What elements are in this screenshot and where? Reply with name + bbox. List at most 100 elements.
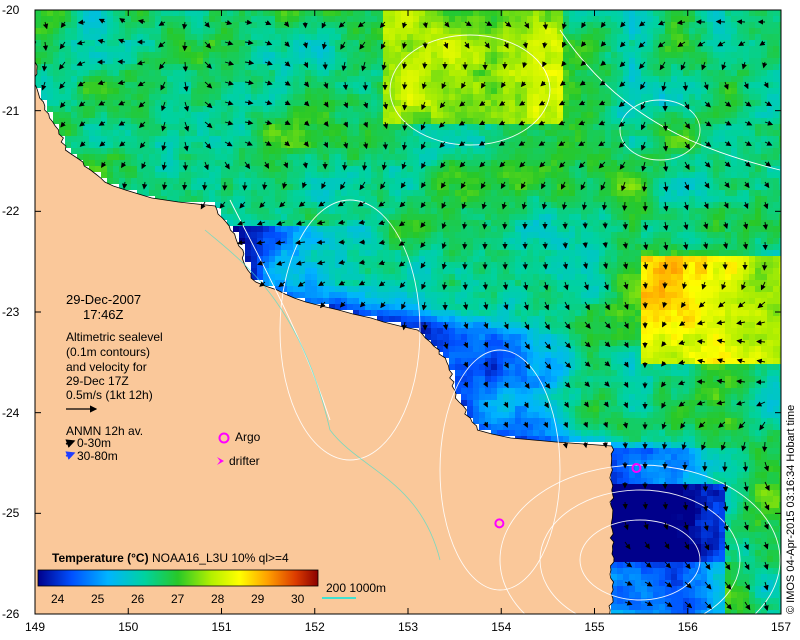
sst-cell bbox=[413, 82, 419, 88]
sst-cell bbox=[485, 256, 491, 262]
sst-cell bbox=[425, 244, 431, 250]
sst-cell bbox=[431, 22, 437, 28]
sst-cell bbox=[515, 250, 521, 256]
sst-cell bbox=[425, 118, 431, 124]
sst-cell bbox=[365, 190, 371, 196]
sst-cell bbox=[329, 232, 335, 238]
sst-cell bbox=[161, 178, 167, 184]
sst-cell bbox=[275, 118, 281, 124]
sst-cell bbox=[245, 88, 251, 94]
sst-cell bbox=[263, 34, 269, 40]
sst-cell bbox=[275, 52, 281, 58]
sst-cell bbox=[251, 94, 257, 100]
sst-cell bbox=[575, 172, 581, 178]
sst-cell bbox=[461, 10, 467, 16]
sst-cell bbox=[143, 130, 149, 136]
sst-cell bbox=[461, 148, 467, 154]
sst-cell bbox=[335, 100, 341, 106]
sst-cell bbox=[275, 82, 281, 88]
sst-cell bbox=[569, 160, 575, 166]
sst-cell bbox=[779, 94, 781, 100]
sst-cell bbox=[305, 244, 311, 250]
sst-cell bbox=[737, 244, 743, 250]
sst-cell bbox=[491, 94, 497, 100]
sst-cell bbox=[347, 202, 353, 208]
sst-cell bbox=[131, 70, 137, 76]
sst-cell bbox=[269, 52, 275, 58]
sst-cell bbox=[137, 94, 143, 100]
sst-cell bbox=[743, 190, 749, 196]
sst-cell bbox=[377, 268, 383, 274]
sst-cell bbox=[179, 142, 185, 148]
sst-cell bbox=[449, 238, 455, 244]
sst-cell bbox=[677, 28, 683, 34]
sst-cell bbox=[443, 94, 449, 100]
sst-cell bbox=[611, 40, 617, 46]
sst-cell bbox=[635, 250, 641, 256]
sst-cell bbox=[179, 64, 185, 70]
sst-cell bbox=[575, 34, 581, 40]
sst-cell bbox=[161, 52, 167, 58]
sst-cell bbox=[485, 10, 491, 16]
sst-cell bbox=[467, 10, 473, 16]
sst-cell bbox=[113, 160, 119, 166]
sst-cell bbox=[677, 166, 683, 172]
sst-cell bbox=[287, 106, 293, 112]
sst-cell bbox=[347, 70, 353, 76]
sst-cell bbox=[275, 34, 281, 40]
sst-cell bbox=[491, 184, 497, 190]
sst-cell bbox=[677, 220, 683, 226]
sst-cell bbox=[143, 22, 149, 28]
sst-cell bbox=[695, 190, 701, 196]
sst-cell bbox=[575, 184, 581, 190]
sst-cell bbox=[467, 244, 473, 250]
sst-cell bbox=[41, 70, 47, 76]
sst-cell bbox=[431, 58, 437, 64]
sst-cell bbox=[755, 58, 761, 64]
sst-cell bbox=[455, 148, 461, 154]
sst-cell bbox=[701, 214, 707, 220]
sst-cell bbox=[779, 166, 781, 172]
sst-cell bbox=[419, 52, 425, 58]
sst-cell bbox=[65, 124, 71, 130]
sst-cell bbox=[545, 46, 551, 52]
sst-cell bbox=[731, 202, 737, 208]
sst-cell bbox=[209, 40, 215, 46]
sst-cell bbox=[329, 22, 335, 28]
sst-cell bbox=[563, 76, 569, 82]
sst-cell bbox=[263, 238, 269, 244]
sst-cell bbox=[365, 28, 371, 34]
sst-cell bbox=[335, 238, 341, 244]
sst-cell bbox=[737, 214, 743, 220]
sst-cell bbox=[533, 172, 539, 178]
sst-cell bbox=[659, 226, 665, 232]
sst-cell bbox=[431, 94, 437, 100]
sst-cell bbox=[269, 190, 275, 196]
sst-cell bbox=[539, 22, 545, 28]
sst-cell bbox=[599, 70, 605, 76]
sst-cell bbox=[383, 16, 389, 22]
sst-cell bbox=[131, 94, 137, 100]
sst-cell bbox=[353, 88, 359, 94]
sst-cell bbox=[263, 250, 269, 256]
sst-cell bbox=[173, 16, 179, 22]
sst-cell bbox=[113, 130, 119, 136]
sst-cell bbox=[257, 148, 263, 154]
sst-cell bbox=[407, 16, 413, 22]
sst-cell bbox=[221, 184, 227, 190]
sst-cell bbox=[125, 148, 131, 154]
sst-cell bbox=[497, 196, 503, 202]
sst-cell bbox=[95, 76, 101, 82]
sst-cell bbox=[215, 178, 221, 184]
sst-cell bbox=[641, 196, 647, 202]
sst-cell bbox=[329, 208, 335, 214]
sst-cell bbox=[611, 88, 617, 94]
sst-cell bbox=[545, 268, 551, 274]
sst-cell bbox=[443, 112, 449, 118]
sst-cell bbox=[65, 64, 71, 70]
sst-cell bbox=[197, 52, 203, 58]
sst-cell bbox=[413, 136, 419, 142]
sst-cell bbox=[419, 208, 425, 214]
sst-cell bbox=[137, 28, 143, 34]
sst-cell bbox=[749, 34, 755, 40]
